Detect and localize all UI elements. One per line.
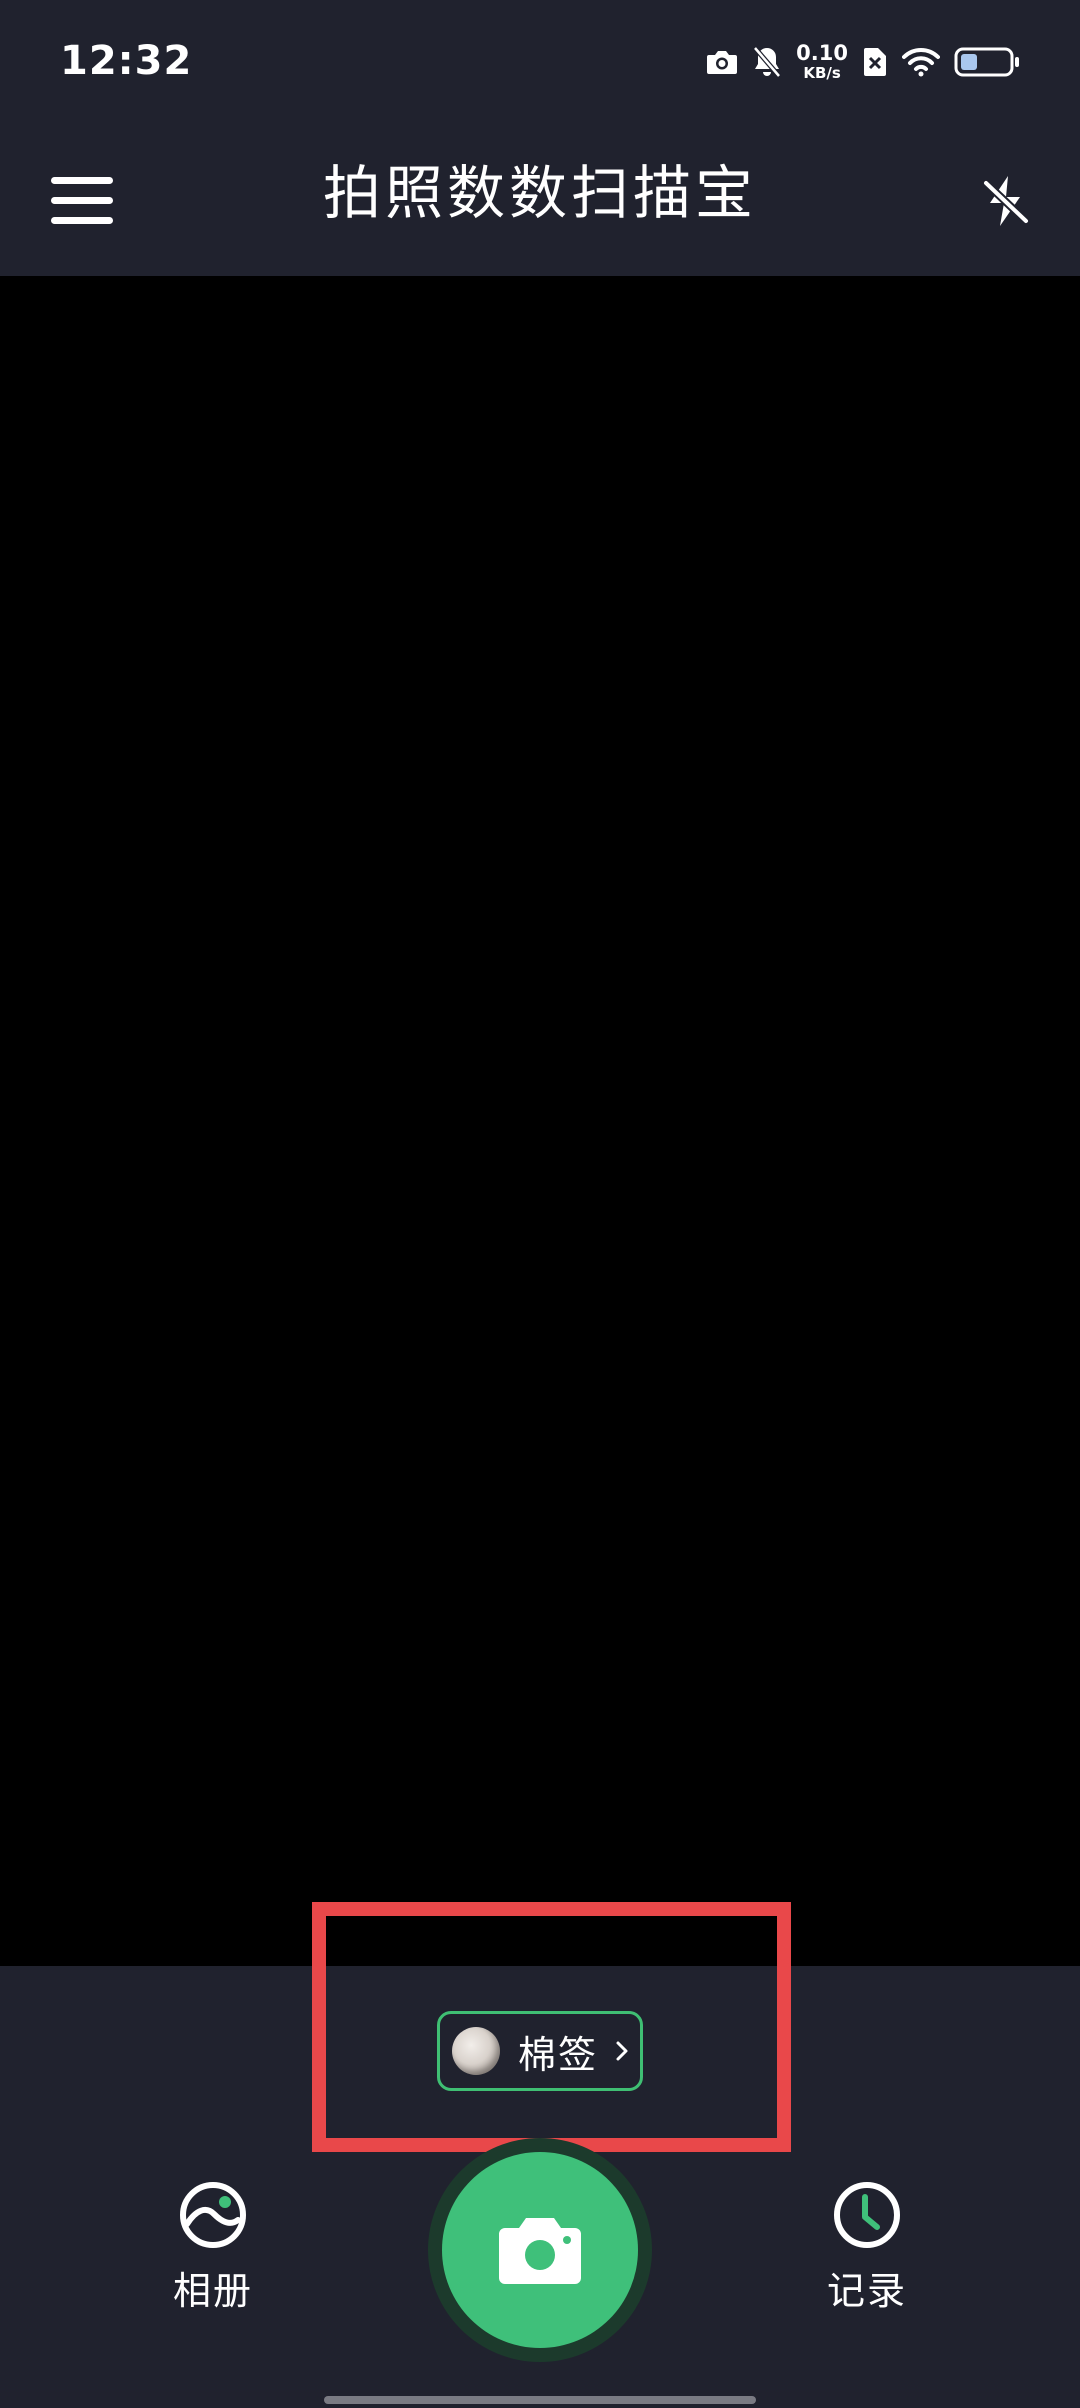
history-button[interactable]: 记录: [797, 2180, 937, 2340]
shutter-button[interactable]: [428, 2138, 652, 2362]
flash-toggle-button[interactable]: [968, 163, 1044, 239]
sim-disabled-icon: [862, 46, 888, 78]
clock-icon: [834, 2182, 900, 2248]
flash-off-icon: [983, 176, 1029, 226]
wifi-icon: [902, 47, 940, 77]
camera-icon: [499, 2218, 581, 2284]
camera-screen: 12:32 0.10 KB/s 拍照数数扫描宝 棉签 相册 记录: [0, 0, 1080, 2408]
album-icon: [180, 2182, 246, 2248]
status-bar: 12:32 0.10 KB/s: [0, 0, 1080, 126]
app-header: 拍照数数扫描宝: [0, 126, 1080, 276]
bell-muted-icon: [752, 45, 782, 79]
camera-preview[interactable]: [0, 276, 1080, 1966]
cotton-swab-thumbnail: [452, 2027, 500, 2075]
shutter-button-inner: [442, 2152, 638, 2348]
object-type-label: 棉签: [518, 2032, 599, 2077]
status-time: 12:32: [60, 38, 193, 84]
chevron-right-icon: [614, 2039, 630, 2063]
network-speed-unit: KB/s: [803, 64, 841, 82]
battery-icon: [954, 46, 1020, 78]
object-type-selector[interactable]: 棉签: [437, 2011, 643, 2091]
album-button[interactable]: 相册: [143, 2180, 283, 2340]
status-icons: 0.10 KB/s: [706, 40, 1020, 84]
home-indicator[interactable]: [324, 2396, 756, 2404]
camera-icon: [706, 48, 738, 76]
album-label: 相册: [172, 2269, 253, 2313]
history-label: 记录: [826, 2269, 907, 2313]
network-speed-value: 0.10: [796, 41, 848, 65]
network-speed: 0.10 KB/s: [796, 43, 848, 81]
app-title: 拍照数数扫描宝: [322, 159, 757, 227]
